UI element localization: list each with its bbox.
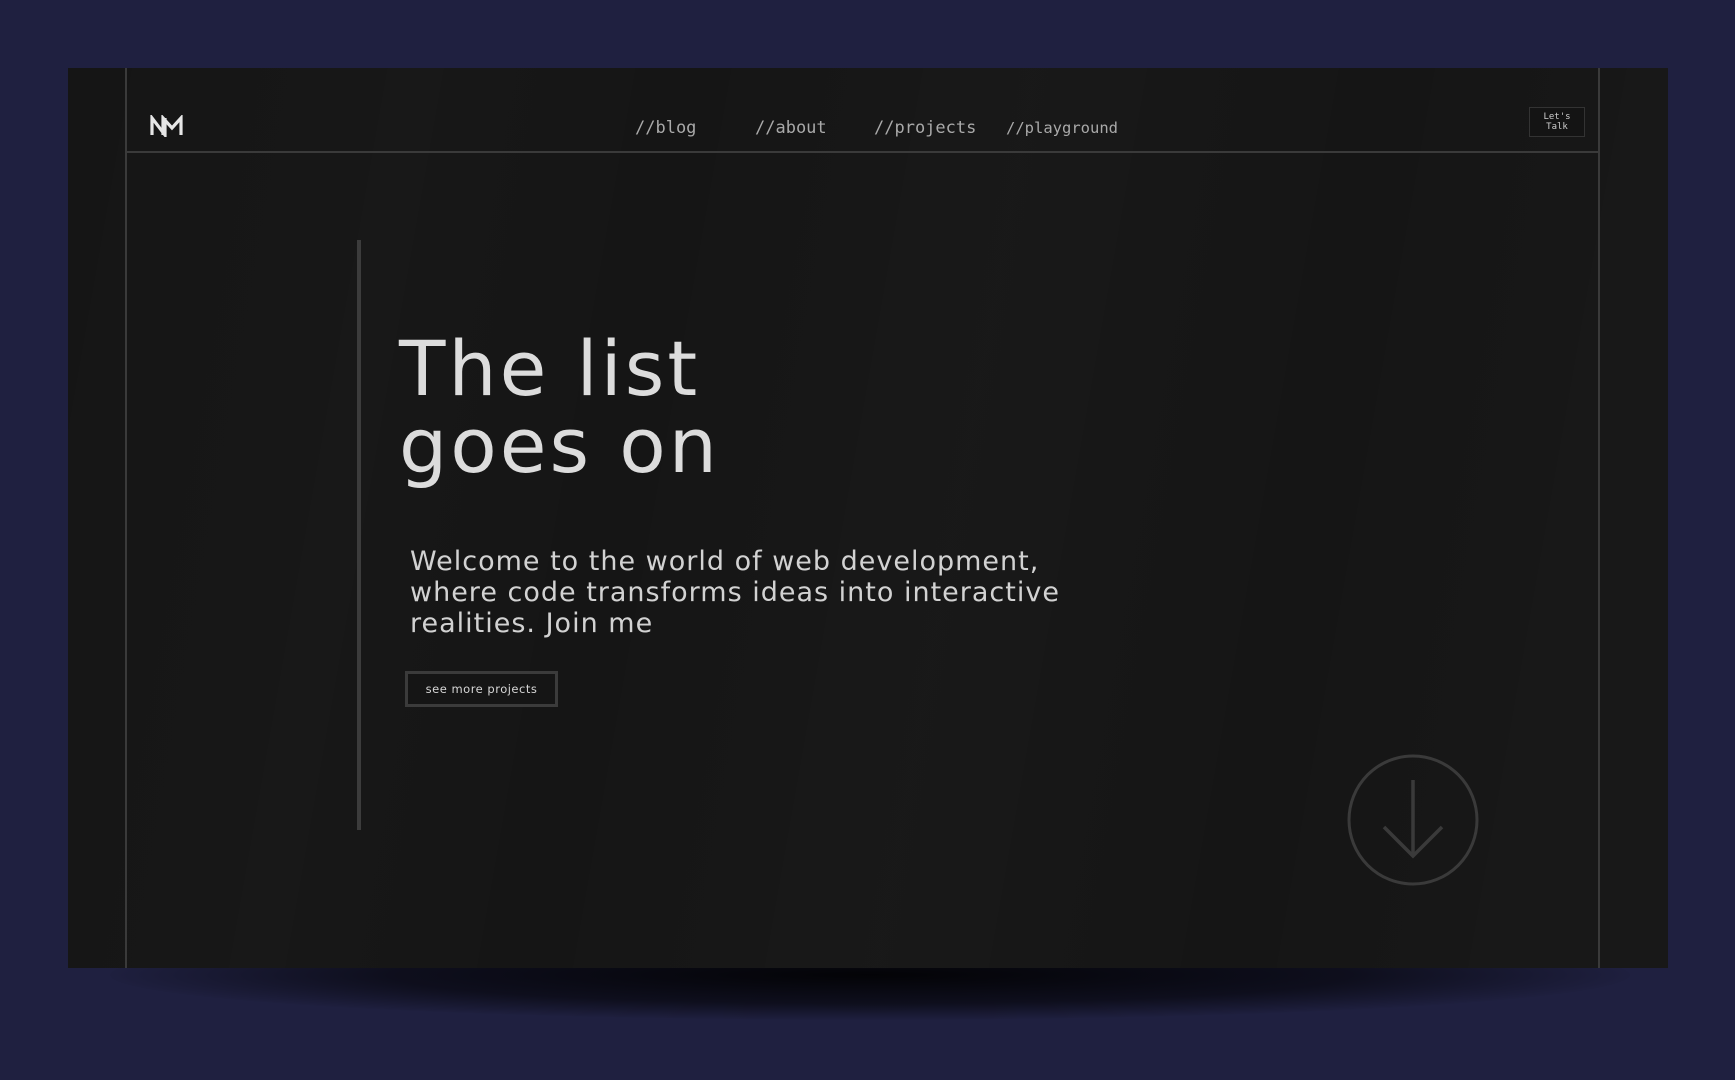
- hero-accent-line: [357, 240, 361, 830]
- arrow-down-circle-icon[interactable]: [1346, 753, 1480, 887]
- hero-title-line-1: The list: [399, 324, 701, 413]
- nav-link-blog[interactable]: //blog: [635, 118, 696, 138]
- hero-title: The list goes on: [399, 330, 720, 484]
- left-guide-line: [125, 68, 127, 968]
- nav-link-playground[interactable]: //playground: [1006, 119, 1118, 137]
- nm-logo-icon[interactable]: [149, 113, 185, 140]
- right-guide-line: [1598, 68, 1600, 968]
- header-divider: [127, 151, 1598, 153]
- see-more-projects-button[interactable]: see more projects: [405, 671, 558, 707]
- lets-talk-button[interactable]: Let's Talk: [1529, 107, 1585, 137]
- hero-intro-text: Welcome to the world of web development,…: [410, 546, 1060, 639]
- nav-link-about[interactable]: //about: [755, 118, 827, 138]
- nav-link-projects[interactable]: //projects: [874, 118, 976, 138]
- browser-viewport: //blog //about //projects //playground L…: [68, 68, 1668, 968]
- hero-title-line-2: goes on: [399, 401, 720, 490]
